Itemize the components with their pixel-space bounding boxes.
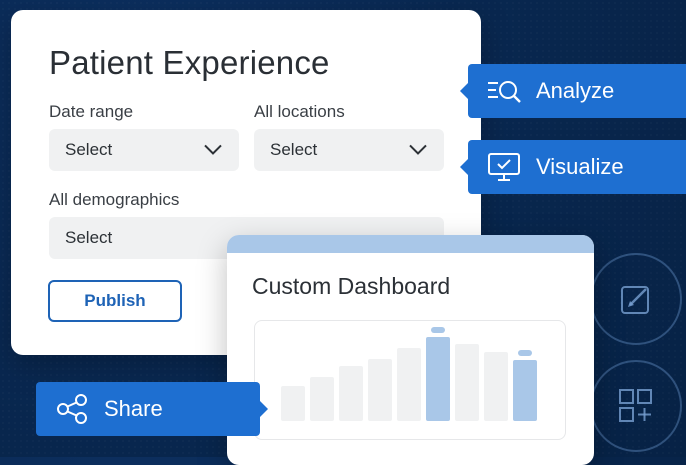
- chevron-down-icon: [204, 144, 222, 155]
- edit-icon: [621, 286, 649, 314]
- chevron-down-icon: [409, 144, 427, 155]
- chart-bar: [368, 359, 392, 421]
- custom-dashboard-card: Custom Dashboard: [227, 235, 594, 465]
- chart-bar: [513, 360, 537, 421]
- chart-bar: [339, 366, 363, 421]
- demographics-value: Select: [65, 228, 113, 247]
- page-title: Patient Experience: [49, 44, 330, 81]
- visualize-label: Visualize: [536, 154, 624, 179]
- edit-circle-button[interactable]: [590, 253, 682, 345]
- dashboard-title: Custom Dashboard: [252, 273, 451, 299]
- locations-value: Select: [270, 140, 318, 159]
- chart-bar-marker: [518, 350, 532, 356]
- chart-bar: [281, 386, 305, 421]
- visualize-button[interactable]: Visualize: [460, 140, 686, 194]
- add-widget-circle-button[interactable]: [590, 360, 682, 452]
- chart-bar-marker: [431, 327, 445, 333]
- pill-pointer: [260, 401, 268, 417]
- add-widget-icon: [619, 389, 652, 422]
- chart-bar: [397, 348, 421, 421]
- analyze-button[interactable]: Analyze: [460, 64, 686, 118]
- publish-button[interactable]: Publish: [48, 280, 182, 322]
- dashboard-header-bar: [227, 235, 594, 253]
- share-label: Share: [104, 396, 163, 421]
- demographics-label: All demographics: [49, 190, 180, 209]
- pill-pointer: [460, 83, 468, 99]
- locations-label: All locations: [254, 102, 345, 121]
- monitor-check-icon: [484, 147, 524, 187]
- date-range-label: Date range: [49, 102, 134, 121]
- bar-chart: [254, 320, 566, 440]
- pill-pointer: [460, 159, 468, 175]
- analyze-label: Analyze: [536, 78, 615, 103]
- chart-bar: [455, 344, 479, 421]
- locations-select[interactable]: Select: [254, 129, 444, 171]
- chart-bar: [310, 377, 334, 421]
- date-range-select[interactable]: Select: [49, 129, 239, 171]
- chart-bar: [426, 337, 450, 421]
- analyze-search-icon: [484, 71, 524, 111]
- date-range-value: Select: [65, 140, 113, 159]
- share-button[interactable]: Share: [36, 382, 268, 436]
- chart-bar: [484, 352, 508, 421]
- share-icon: [52, 389, 92, 429]
